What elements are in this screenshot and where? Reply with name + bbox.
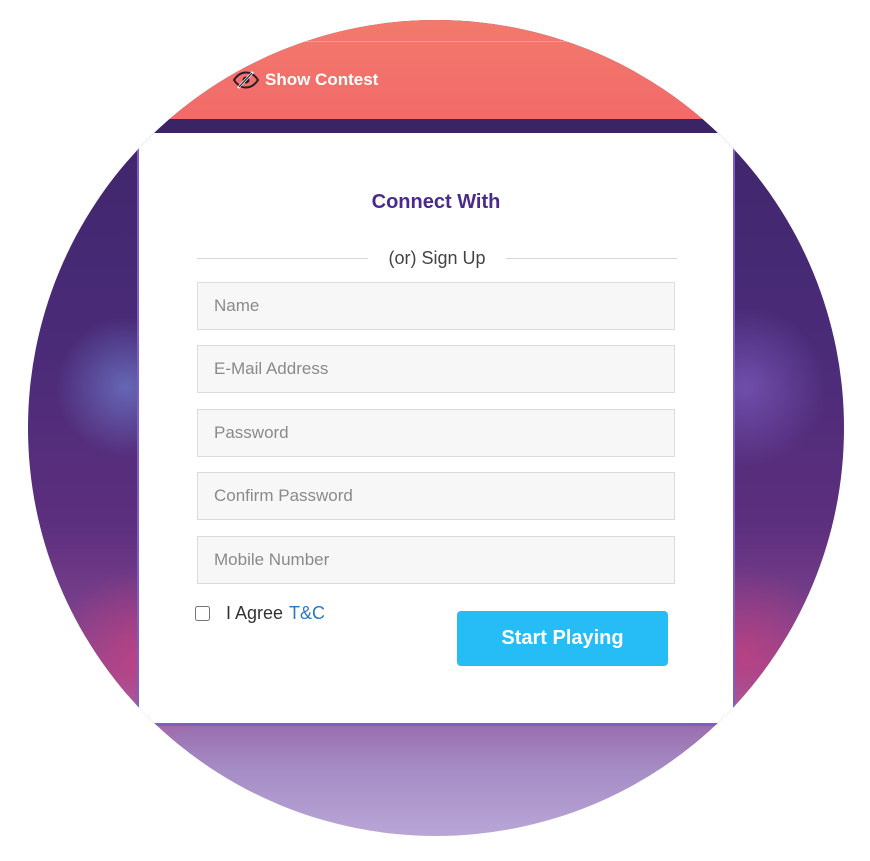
or-divider: (or) Sign Up [197,246,677,270]
password-input[interactable] [197,409,675,457]
agree-label: I Agree [226,603,284,623]
confirm-password-input[interactable] [197,472,675,520]
start-playing-button[interactable]: Start Playing [457,611,668,666]
header-bar: Show Contest [28,20,844,119]
divider-rule-right [505,257,677,259]
divider-rule-left [197,257,369,259]
brand-label: Show Contest [265,70,379,89]
circular-frame: Show Contest Connect With (or) Sign Up I… [28,20,844,836]
agree-row: I Agree T&C [195,603,325,624]
email-input[interactable] [197,345,675,393]
brand-link[interactable]: Show Contest [233,70,378,90]
mobile-number-input[interactable] [197,536,675,584]
name-input[interactable] [197,282,675,330]
eye-slash-icon [233,71,259,89]
header-divider [28,41,844,42]
card-title: Connect With [371,191,501,213]
divider-text: (or) Sign Up [388,247,486,268]
terms-link[interactable]: T&C [289,603,325,624]
agree-checkbox[interactable] [195,606,210,621]
signup-card: Connect With (or) Sign Up I Agree T&C St… [137,133,735,726]
